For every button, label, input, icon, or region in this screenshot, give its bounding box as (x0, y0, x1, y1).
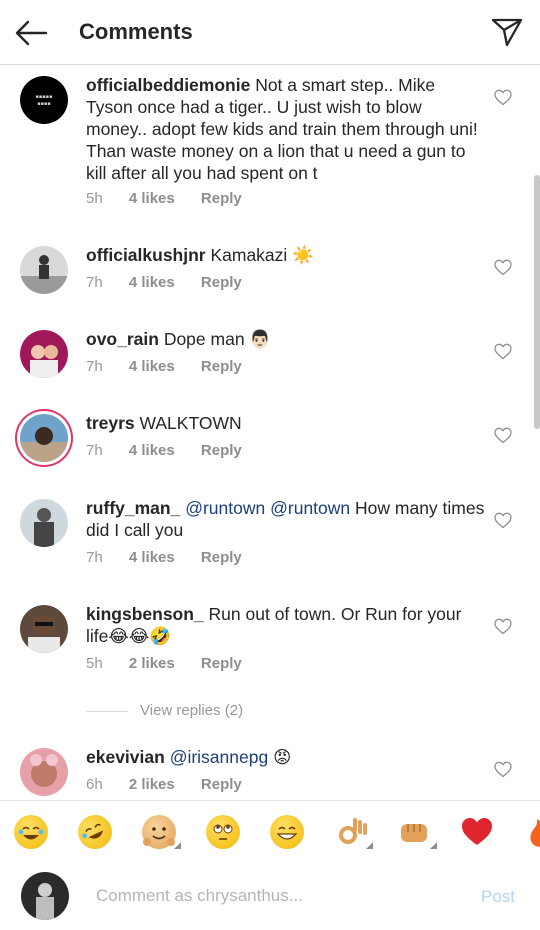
comment-text: ruffy_man_ @runtown @runtown How many ti… (86, 497, 486, 541)
page-title: Comments (79, 19, 193, 44)
hugging-face-icon[interactable] (142, 815, 181, 849)
comment-time: 6h (86, 776, 103, 793)
view-replies-link[interactable]: View replies (2) (86, 702, 243, 719)
comment-time: 7h (86, 274, 103, 291)
comment-time: 5h (86, 190, 103, 207)
reply-button[interactable]: Reply (201, 549, 242, 566)
post-button[interactable]: Post (481, 887, 515, 907)
reply-button[interactable]: Reply (201, 776, 242, 793)
heart-icon[interactable] (494, 343, 512, 360)
scrollbar[interactable] (534, 175, 540, 429)
comment-text: officialbeddiemonie Not a smart step.. M… (86, 74, 486, 184)
comment-likes[interactable]: 4 likes (129, 549, 175, 566)
comment-body: WALKTOWN (134, 413, 242, 433)
comment-text: officialkushjnr Kamakazi ☀️ (86, 244, 486, 266)
fist-bump-icon[interactable] (398, 815, 437, 849)
comment-meta: 5h 2 likes Reply (86, 655, 264, 672)
comment-meta: 7h 4 likes Reply (86, 358, 264, 375)
comment-likes[interactable]: 4 likes (129, 358, 175, 375)
comment-body: Kamakazi ☀️ (205, 245, 314, 265)
comment-username[interactable]: treyrs (86, 413, 135, 433)
comment-text: ovo_rain Dope man 👨🏻 (86, 328, 486, 350)
comment-time: 7h (86, 358, 103, 375)
avatar (21, 872, 69, 920)
comment-body: Dope man 👨🏻 (158, 329, 272, 349)
mention-link[interactable]: @runtown (185, 498, 265, 518)
comment-username[interactable]: ekevivian (86, 747, 165, 767)
heart-icon[interactable] (494, 512, 512, 529)
top-bar: Comments (0, 0, 540, 65)
heart-icon[interactable] (494, 259, 512, 276)
mention-link[interactable]: @irisannepg (170, 747, 269, 767)
comment-meta: 7h 4 likes Reply (86, 549, 264, 566)
comment-time: 7h (86, 442, 103, 459)
share-icon[interactable] (490, 16, 524, 48)
comment-likes[interactable]: 4 likes (129, 274, 175, 291)
comment-meta: 7h 4 likes Reply (86, 274, 264, 291)
comment-time: 7h (86, 549, 103, 566)
red-heart-icon[interactable] (460, 815, 494, 849)
heart-icon[interactable] (494, 618, 512, 635)
avatar[interactable] (20, 748, 68, 796)
emoji-quick-bar (0, 800, 540, 864)
avatar[interactable] (20, 246, 68, 294)
ok-hand-icon[interactable] (334, 815, 373, 849)
comment-meta: 7h 4 likes Reply (86, 442, 264, 459)
comment-likes[interactable]: 4 likes (129, 442, 175, 459)
reply-button[interactable]: Reply (201, 190, 242, 207)
comment-meta: 5h 4 likes Reply (86, 190, 264, 207)
comment-username[interactable]: ruffy_man_ (86, 498, 180, 518)
comment-text: kingsbenson_ Run out of town. Or Run for… (86, 603, 486, 647)
reply-button[interactable]: Reply (201, 274, 242, 291)
heart-icon[interactable] (494, 89, 512, 106)
avatar[interactable]: ▪▪▪▪▪ ▪▪▪▪ (20, 76, 68, 124)
comment-text: treyrs WALKTOWN (86, 412, 486, 434)
comment-likes[interactable]: 2 likes (129, 776, 175, 793)
comment-username[interactable]: officialkushjnr (86, 245, 206, 265)
comment-composer: Post (0, 863, 540, 930)
reply-button[interactable]: Reply (201, 442, 242, 459)
divider (86, 710, 128, 712)
avatar[interactable] (20, 414, 68, 462)
heart-icon[interactable] (494, 427, 512, 444)
comment-likes[interactable]: 4 likes (129, 190, 175, 207)
svg-text:▪▪▪▪: ▪▪▪▪ (37, 101, 51, 107)
reply-button[interactable]: Reply (201, 655, 242, 672)
back-arrow-icon[interactable] (14, 18, 48, 48)
rolling-laughing-icon[interactable] (72, 809, 118, 855)
avatar[interactable] (20, 499, 68, 547)
reply-button[interactable]: Reply (201, 358, 242, 375)
comment-text: ekevivian @irisannepg 😡 (86, 746, 486, 768)
comment-username[interactable]: kingsbenson_ (86, 604, 204, 624)
comments-list[interactable]: ▪▪▪▪▪ ▪▪▪▪ officialbeddiemonie Not a smar… (0, 65, 540, 799)
svg-text:▪▪▪▪▪: ▪▪▪▪▪ (36, 94, 53, 100)
avatar[interactable] (20, 330, 68, 378)
view-replies-label: View replies (2) (140, 702, 244, 719)
grinning-face-icon[interactable] (270, 815, 304, 849)
comment-meta: 6h 2 likes Reply (86, 776, 264, 793)
fire-icon[interactable] (524, 815, 540, 849)
comment-time: 5h (86, 655, 103, 672)
comment-username[interactable]: ovo_rain (86, 329, 159, 349)
comment-input[interactable] (94, 885, 458, 907)
comment-username[interactable]: officialbeddiemonie (86, 75, 250, 95)
comment-body: 😡 (268, 747, 292, 767)
face-with-tears-of-joy-icon[interactable] (14, 815, 48, 849)
heart-icon[interactable] (494, 761, 512, 778)
comment-likes[interactable]: 2 likes (129, 655, 175, 672)
rolling-eyes-icon[interactable] (206, 815, 240, 849)
avatar[interactable] (20, 605, 68, 653)
mention-link[interactable]: @runtown (270, 498, 350, 518)
